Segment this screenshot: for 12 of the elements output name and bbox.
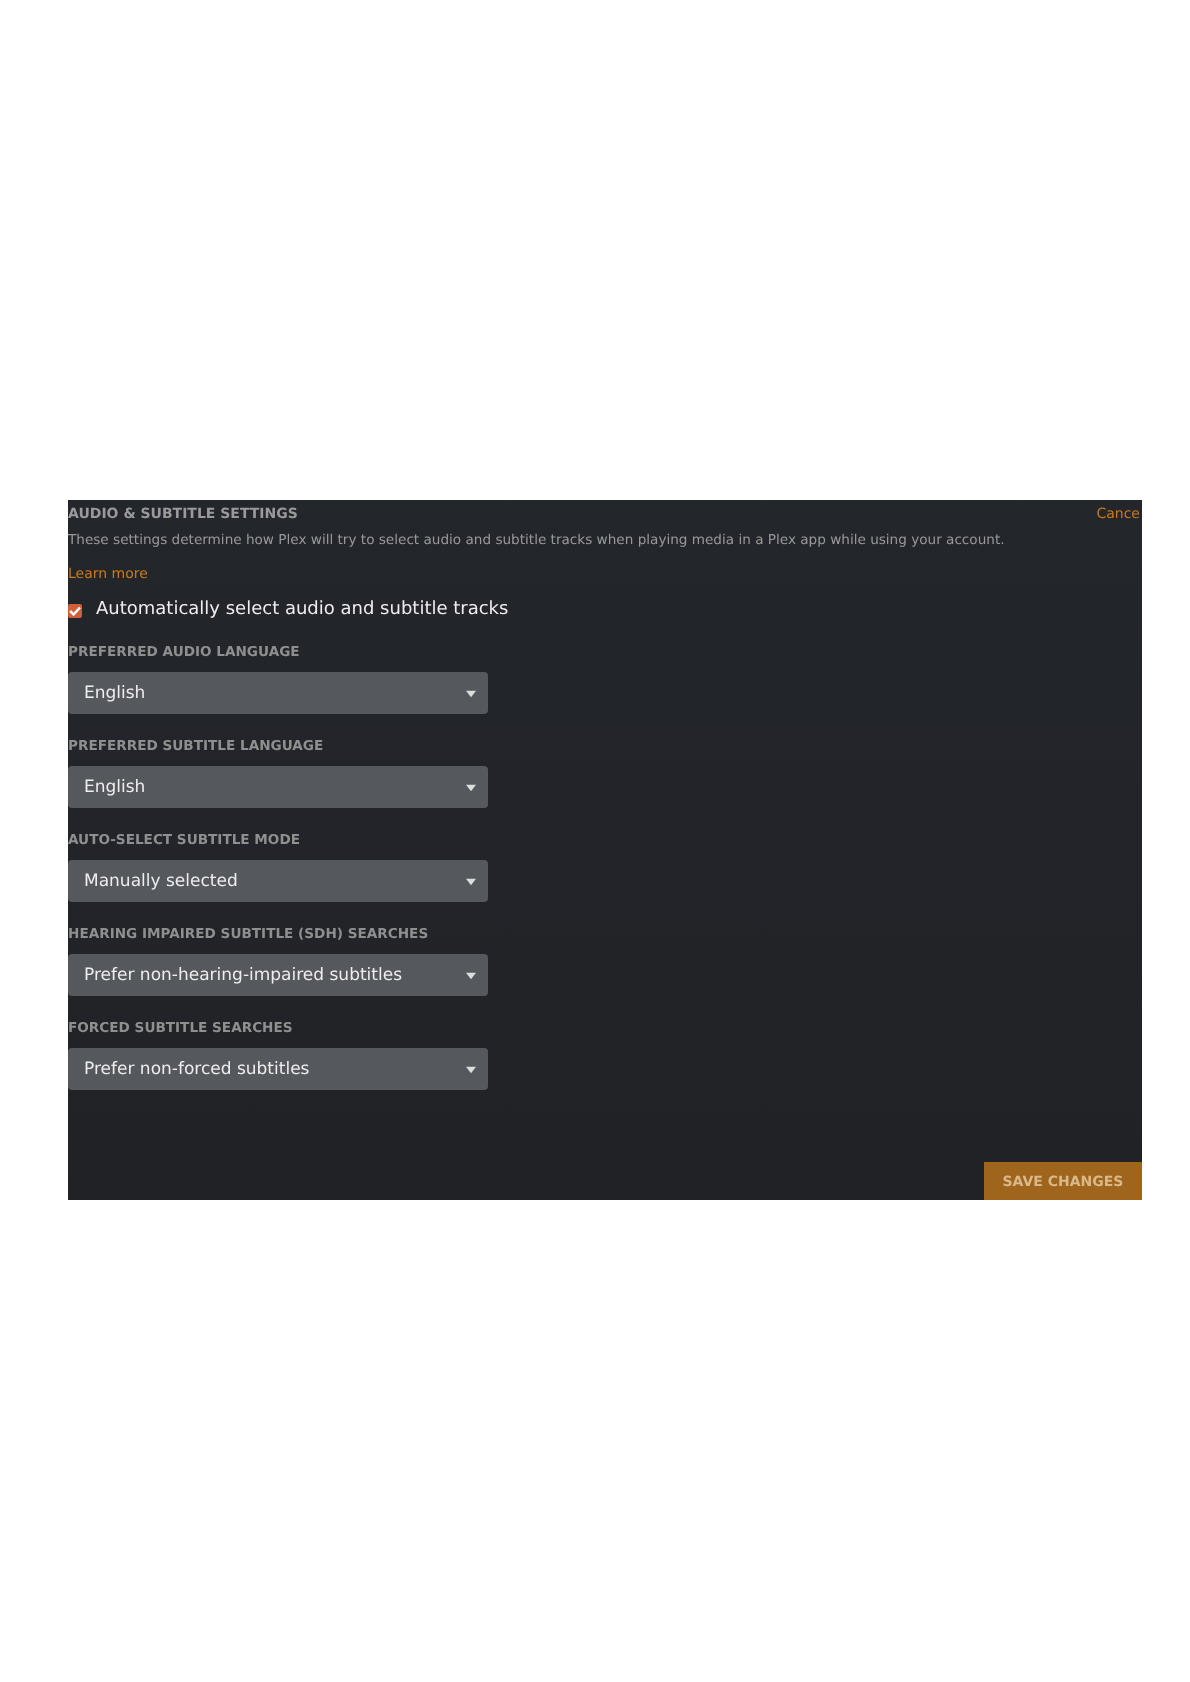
caret-icon bbox=[466, 877, 476, 885]
checkbox-label: Automatically select audio and subtitle tracks bbox=[96, 600, 509, 620]
caret-icon bbox=[466, 689, 476, 697]
caret-icon bbox=[466, 1065, 476, 1073]
dropdown[interactable]: Prefer non-hearing-impaired subtitles bbox=[68, 954, 488, 996]
dropdown[interactable]: English bbox=[68, 672, 488, 714]
dropdown[interactable]: English bbox=[68, 766, 488, 808]
caret-icon bbox=[466, 783, 476, 791]
checkbox[interactable] bbox=[68, 603, 82, 617]
caret-icon bbox=[466, 971, 476, 979]
dropdown[interactable]: Manually selected bbox=[68, 860, 488, 902]
dropdown[interactable]: Prefer non-forced subtitles bbox=[68, 1048, 488, 1090]
